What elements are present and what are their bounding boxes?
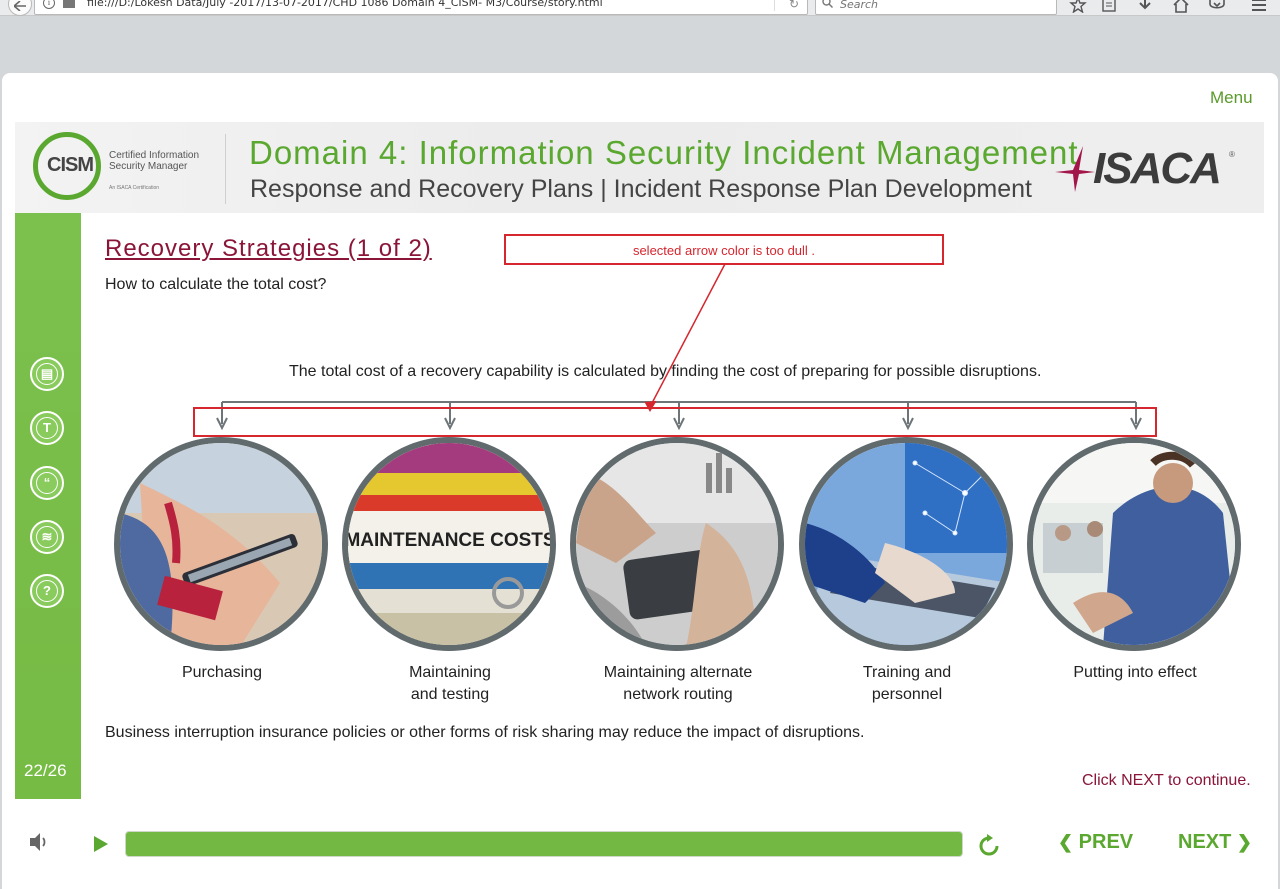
review-annotation: selected arrow color is too dull . (504, 234, 944, 265)
chevron-left-icon: ❮ (1058, 832, 1074, 852)
slide-footnote: Business interruption insurance policies… (105, 724, 865, 741)
progress-fill (126, 832, 962, 856)
routing-image (570, 437, 784, 651)
prev-label: PREV (1078, 831, 1134, 853)
replay-icon[interactable] (976, 833, 1002, 859)
purchasing-label: Purchasing (181, 664, 263, 681)
next-prompt: Click NEXT to continue. (1082, 772, 1251, 789)
training-label: Training and personnel (862, 664, 952, 703)
maintaining-label: Maintaining and testing (409, 664, 491, 703)
next-label: NEXT (1178, 831, 1232, 853)
chevron-right-icon: ❯ (1236, 832, 1252, 852)
progress-bar[interactable] (125, 831, 963, 857)
volume-icon[interactable] (28, 832, 50, 852)
annotation-pointer (644, 261, 727, 412)
purchasing-image (114, 437, 328, 651)
annotation-highlight (193, 407, 1157, 437)
putting-image (1027, 437, 1241, 651)
putting-label: Putting into effect (1073, 664, 1197, 681)
prev-button[interactable]: ❮ PREV (1058, 831, 1133, 854)
svg-text:MAINTENANCE COSTS: MAINTENANCE COSTS (348, 530, 552, 551)
next-button[interactable]: NEXT ❯ (1178, 831, 1252, 854)
annotation-text: selected arrow color is too dull . (632, 243, 816, 258)
maintaining-image: MAINTENANCE COSTS (342, 437, 556, 651)
training-image (799, 437, 1013, 651)
routing-label: Maintaining alternate network routing (603, 664, 753, 703)
play-icon[interactable] (92, 834, 110, 854)
